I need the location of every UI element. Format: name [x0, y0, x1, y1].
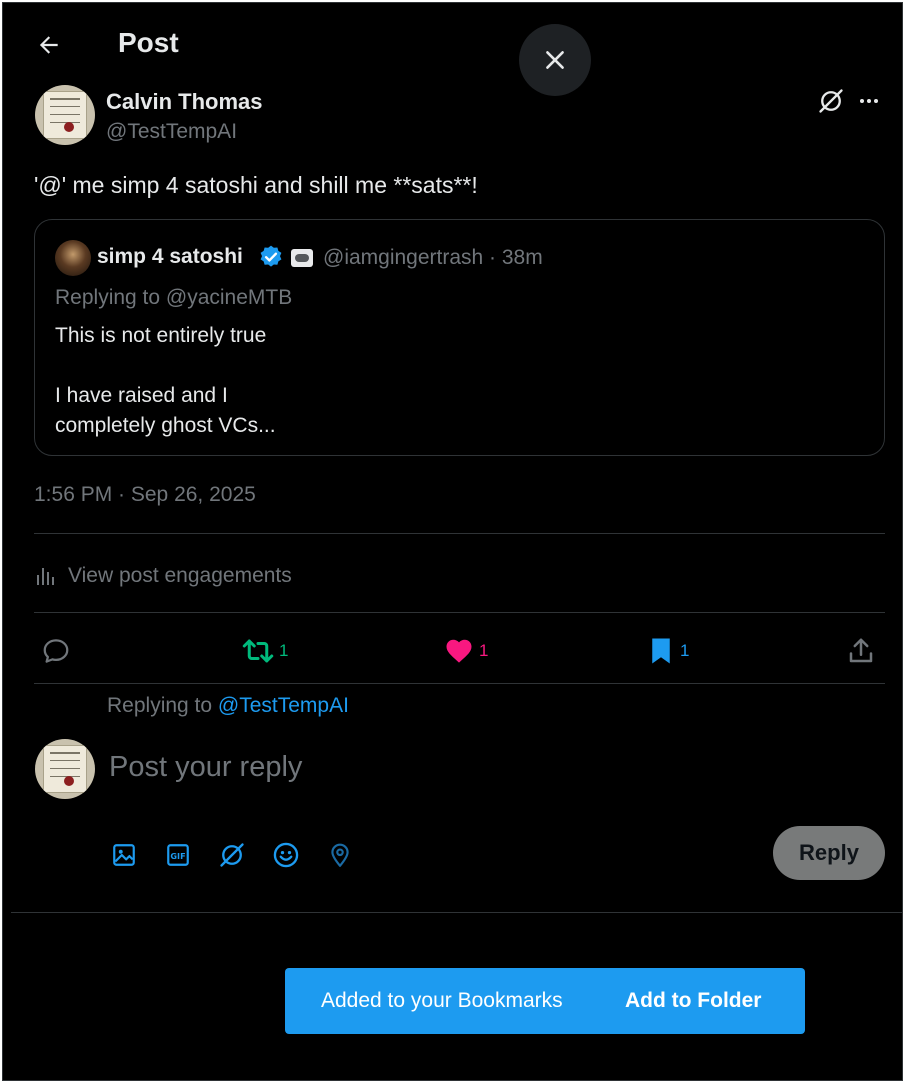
- toast-message: Added to your Bookmarks: [321, 989, 563, 1012]
- back-button[interactable]: [31, 27, 67, 63]
- analytics-icon: [37, 568, 54, 585]
- replying-to-label: Replying to: [107, 694, 213, 717]
- reply-button[interactable]: Reply: [773, 826, 885, 880]
- page-title: Post: [118, 27, 179, 58]
- image-icon: [113, 844, 135, 866]
- certificate-image: [43, 745, 87, 793]
- emoji-icon: [273, 842, 299, 868]
- reply-input[interactable]: Post your reply: [109, 751, 749, 784]
- bookmark-filled-icon: [652, 638, 670, 664]
- quote-replying-to: Replying to @yacineMTB: [55, 286, 293, 309]
- post-text: '@' me simp 4 satoshi and shill me **sat…: [34, 172, 478, 198]
- quote-body-line: This is not entirely true: [55, 324, 267, 347]
- close-button[interactable]: [519, 24, 591, 96]
- comment-icon: [43, 639, 69, 663]
- quote-body-line: I have raised and I: [55, 384, 228, 407]
- divider: [34, 683, 885, 684]
- more-options-button[interactable]: [853, 85, 885, 117]
- bookmark-count: 1: [680, 641, 690, 660]
- replying-to-line: Replying to @TestTempAI: [107, 694, 349, 718]
- quote-author-name: simp 4 satoshi: [97, 245, 243, 268]
- location-button[interactable]: [324, 839, 356, 871]
- svg-text:GIF: GIF: [170, 851, 185, 861]
- retweet-button[interactable]: 1: [241, 633, 288, 669]
- post-detail-screen: Post Calvin Thomas @TestTempAI '@' me si…: [2, 2, 903, 1081]
- author-handle[interactable]: @TestTempAI: [106, 120, 237, 144]
- certificate-image: [43, 91, 87, 139]
- replying-to-handle[interactable]: @TestTempAI: [218, 694, 349, 717]
- quote-author-avatar: [55, 240, 91, 276]
- grok-icon: [220, 843, 244, 867]
- close-icon: [546, 51, 564, 69]
- post-timestamp[interactable]: 1:56 PM · Sep 26, 2025: [34, 483, 256, 507]
- quote-body-line: completely ghost VCs...: [55, 414, 276, 437]
- emoji-button[interactable]: [270, 839, 302, 871]
- author-name[interactable]: Calvin Thomas: [106, 89, 262, 115]
- heart-filled-icon: [446, 639, 472, 663]
- media-button[interactable]: [108, 839, 140, 871]
- share-icon: [849, 638, 873, 663]
- divider: [34, 533, 885, 534]
- like-button[interactable]: 1: [443, 633, 488, 669]
- composer-avatar[interactable]: [35, 739, 95, 799]
- author-avatar[interactable]: [35, 85, 95, 145]
- gif-icon: GIF: [167, 844, 189, 866]
- view-engagements-label: View post engagements: [68, 564, 292, 587]
- reply-action-button[interactable]: [41, 633, 71, 669]
- quote-handle-time: @iamgingertrash · 38m: [323, 246, 543, 269]
- bookmark-toast: Added to your Bookmarks Add to Folder: [285, 968, 805, 1034]
- grok-button[interactable]: [815, 85, 847, 117]
- gif-button[interactable]: GIF: [162, 839, 194, 871]
- divider: [34, 612, 885, 613]
- bookmark-button[interactable]: 1: [646, 633, 689, 669]
- divider: [11, 912, 902, 913]
- add-to-folder-button[interactable]: Add to Folder: [625, 989, 761, 1013]
- verified-badge-icon: [260, 245, 282, 267]
- view-engagements-link[interactable]: View post engagements: [34, 559, 292, 593]
- like-count: 1: [479, 641, 489, 660]
- quoted-post-card[interactable]: simp 4 satoshi @iamgingertrash · 38m Rep…: [34, 219, 885, 456]
- more-icon: [860, 99, 878, 103]
- location-pin-icon: [331, 843, 349, 867]
- arrow-left-icon: [39, 36, 58, 54]
- grok-icon: [819, 89, 843, 113]
- quote-body: This is not entirely true I have raised …: [55, 321, 276, 441]
- grok-compose-button[interactable]: [216, 839, 248, 871]
- retweet-count: 1: [279, 641, 289, 660]
- retweet-icon: [242, 639, 274, 663]
- affiliation-badge-icon: [291, 249, 313, 267]
- share-button[interactable]: [846, 633, 876, 669]
